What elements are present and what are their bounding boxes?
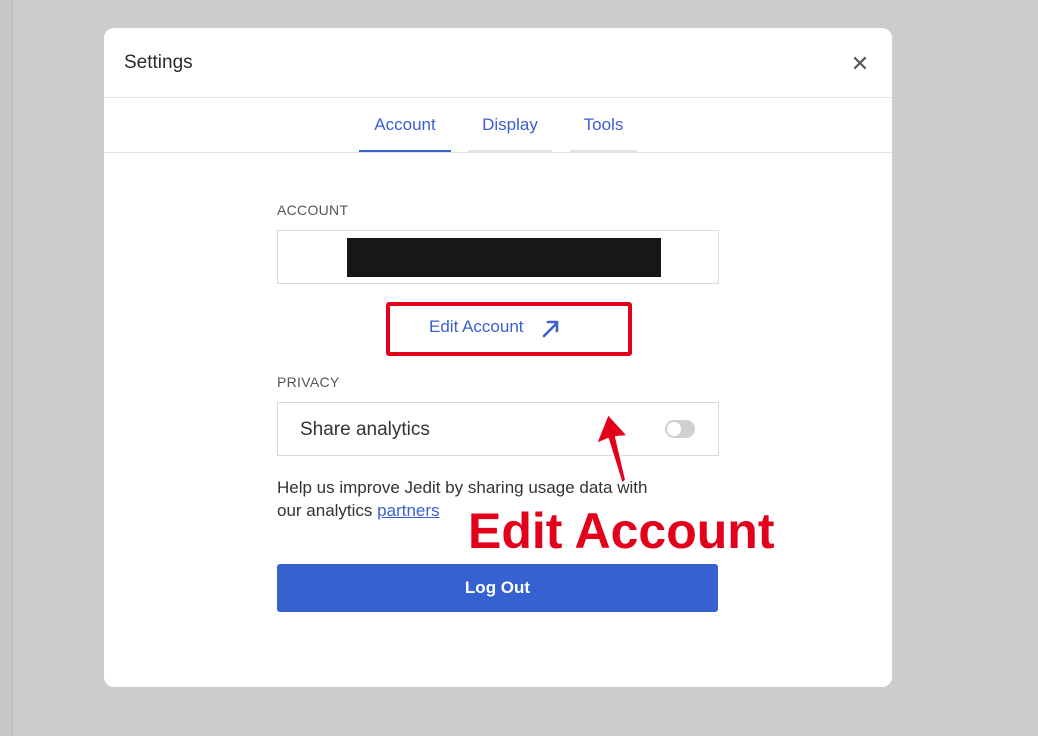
- settings-dialog: Settings ✕ Account Display Tools ACCOUNT…: [104, 28, 892, 687]
- dialog-header: Settings ✕: [104, 28, 892, 98]
- account-field: [277, 230, 719, 284]
- logout-button[interactable]: Log Out: [277, 564, 718, 612]
- help-text-line1: Help us improve Jedit by sharing usage d…: [277, 478, 648, 497]
- settings-tabs: Account Display Tools: [104, 98, 892, 153]
- share-analytics-label: Share analytics: [300, 419, 430, 440]
- analytics-partners-link[interactable]: partners: [377, 501, 439, 520]
- tab-display[interactable]: Display: [468, 98, 552, 153]
- privacy-section-label: PRIVACY: [277, 374, 340, 390]
- account-section-label: ACCOUNT: [277, 202, 349, 218]
- tab-account[interactable]: Account: [359, 98, 451, 152]
- close-button[interactable]: ✕: [848, 52, 872, 76]
- redacted-account-value: [347, 238, 661, 277]
- toggle-knob: [667, 422, 681, 436]
- share-analytics-row: Share analytics: [277, 402, 719, 456]
- help-text-prefix: our analytics: [277, 501, 373, 520]
- dialog-title: Settings: [124, 52, 193, 73]
- annotation-arrow-icon: [595, 413, 629, 485]
- tab-tools[interactable]: Tools: [570, 98, 637, 153]
- edit-account-highlight: [386, 302, 632, 356]
- share-analytics-toggle[interactable]: [665, 420, 695, 438]
- annotation-callout: Edit Account: [468, 503, 775, 559]
- window-left-edge: [0, 0, 13, 736]
